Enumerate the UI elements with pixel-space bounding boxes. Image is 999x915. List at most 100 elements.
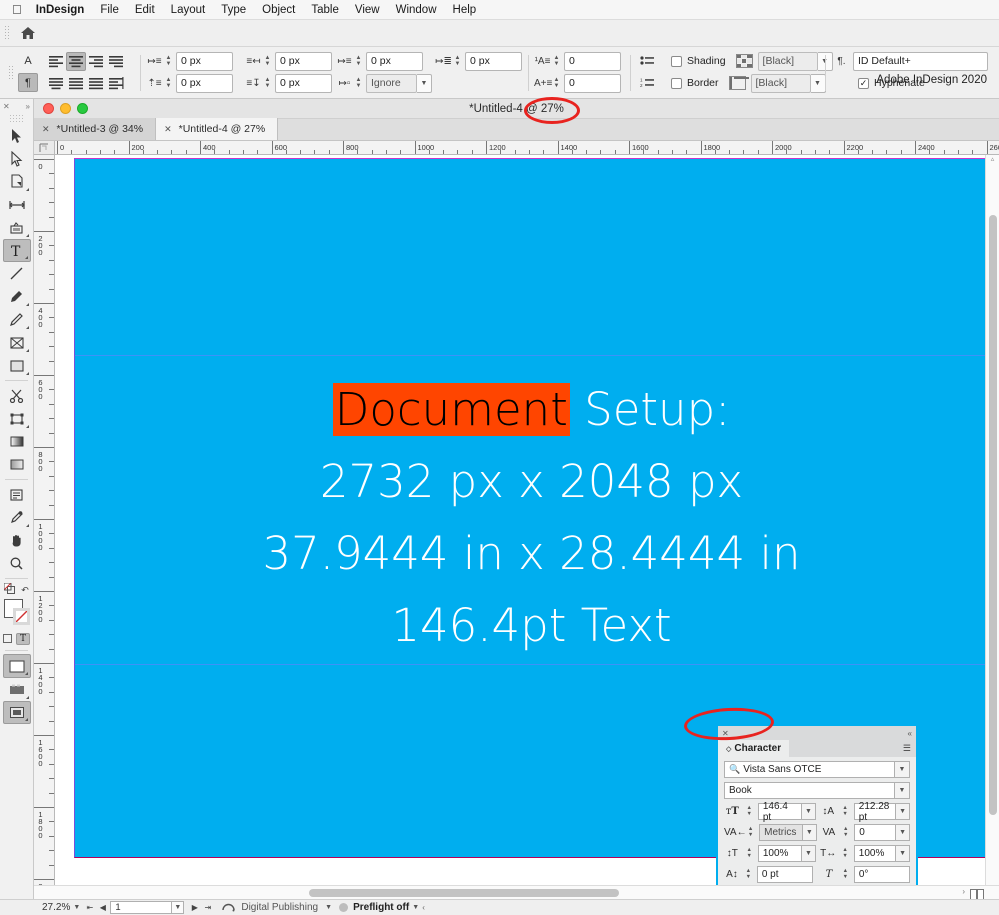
first-page-icon[interactable]: ⇤ <box>83 903 96 912</box>
menu-item-view[interactable]: View <box>355 4 380 16</box>
line-tool[interactable] <box>3 262 31 285</box>
shading-checkbox[interactable] <box>671 55 682 67</box>
stroke-color-swatch[interactable] <box>13 608 30 625</box>
menu-item-layout[interactable]: Layout <box>171 4 206 16</box>
tools-panel-drag-handle[interactable] <box>8 114 25 122</box>
format-text-icon[interactable]: T <box>15 633 30 645</box>
font-style-field[interactable]: Book <box>724 782 895 799</box>
close-icon[interactable]: ✕ <box>164 124 172 135</box>
preflight-dropdown-icon[interactable]: ▼ <box>409 901 422 914</box>
menu-item-object[interactable]: Object <box>262 4 295 16</box>
swap-fill-stroke-icon[interactable]: ↶ <box>21 585 29 596</box>
note-tool[interactable] <box>3 483 31 506</box>
vertical-scrollbar-thumb[interactable] <box>989 215 997 815</box>
drop-cap-chars-stepper[interactable]: ▲ ▼ <box>551 74 562 93</box>
space-after-stepper[interactable]: ▲ ▼ <box>452 52 463 71</box>
last-page-icon[interactable]: ⇥ <box>201 903 214 912</box>
paragraph-style-field[interactable]: ID Default+ <box>853 51 988 71</box>
preflight-status[interactable]: Preflight off <box>353 902 409 913</box>
pen-tool[interactable] <box>3 285 31 308</box>
menu-item-window[interactable]: Window <box>396 4 437 16</box>
last-line-indent-stepper[interactable]: ▲ ▼ <box>262 74 273 93</box>
left-indent-field[interactable]: 0 px <box>176 51 233 71</box>
drop-cap-chars-field[interactable]: 0 <box>564 73 621 93</box>
horizontal-scrollbar-thumb[interactable] <box>309 889 619 897</box>
drop-cap-lines-field[interactable]: 0 <box>564 51 621 71</box>
apple-icon[interactable]:  <box>12 3 22 16</box>
scroll-right-icon[interactable]: › <box>962 887 965 896</box>
font-size-field[interactable]: 146.4 pt <box>757 801 802 823</box>
left-indent-stepper[interactable]: ▲ ▼ <box>163 52 174 71</box>
gap-tool[interactable] <box>3 193 31 216</box>
horizontal-scale-field[interactable]: 100% <box>853 845 897 862</box>
page-text-frame[interactable]: Document Setup: 2732 px x 2048 px 37.944… <box>75 374 985 662</box>
align-grid-stepper[interactable]: ▲ ▼ <box>353 74 364 93</box>
zoom-tool[interactable] <box>3 552 31 575</box>
eyedropper-tool[interactable] <box>3 506 31 529</box>
leading-field[interactable]: 212.28 pt <box>853 801 897 823</box>
tracking-dropdown-icon[interactable]: ▼ <box>896 824 910 841</box>
close-icon[interactable]: ✕ <box>3 102 10 111</box>
menu-app-name[interactable]: InDesign <box>36 4 85 16</box>
direct-selection-tool[interactable] <box>3 147 31 170</box>
kerning-field[interactable]: Metrics <box>759 824 803 841</box>
preview-mode-button[interactable] <box>3 678 31 701</box>
presentation-mode-button[interactable] <box>2 701 31 724</box>
right-indent-stepper[interactable]: ▲ ▼ <box>262 52 273 71</box>
border-grid-icon[interactable] <box>728 76 749 90</box>
ruler-origin-handle[interactable] <box>34 141 55 155</box>
selection-tool[interactable] <box>3 124 31 147</box>
panel-menu-icon[interactable]: ☰ <box>903 743 911 754</box>
justify-last-center-icon[interactable] <box>46 74 66 93</box>
vertical-scale-dropdown-icon[interactable]: ▼ <box>802 845 816 862</box>
tab-character[interactable]: ◇ Character <box>718 740 790 757</box>
leading-dropdown-icon[interactable]: ▼ <box>896 803 910 820</box>
gradient-swatch-tool[interactable] <box>3 430 31 453</box>
horizontal-scale-stepper[interactable]: ▲ ▼ <box>841 847 850 859</box>
border-color-field[interactable]: [Black] <box>750 73 811 93</box>
right-indent-field[interactable]: 0 px <box>275 51 332 71</box>
space-after-field[interactable]: 0 px <box>465 51 522 71</box>
close-icon[interactable]: ✕ <box>722 729 729 738</box>
skew-stepper[interactable]: ▲ ▼ <box>841 868 850 880</box>
kerning-stepper[interactable]: ▲ ▼ <box>746 826 755 838</box>
vertical-ruler[interactable]: 0200400600800100012001400160018002000 <box>34 155 55 915</box>
home-icon[interactable] <box>15 22 41 44</box>
justify-all-icon[interactable] <box>86 74 106 93</box>
justify-last-right-icon[interactable] <box>66 74 86 93</box>
format-container-icon[interactable] <box>2 630 12 648</box>
hyphenate-checkbox[interactable] <box>858 77 869 89</box>
close-icon[interactable]: ✕ <box>42 124 50 135</box>
control-bar-drag-handle[interactable] <box>8 65 13 81</box>
align-right-icon[interactable] <box>86 52 106 71</box>
font-size-dropdown-icon[interactable]: ▼ <box>802 803 816 820</box>
first-line-indent-field[interactable]: 0 px <box>176 73 233 93</box>
vertical-scale-stepper[interactable]: ▲ ▼ <box>745 847 754 859</box>
tracking-field[interactable]: 0 <box>854 824 897 841</box>
default-fill-stroke-icon[interactable] <box>3 581 16 599</box>
baseline-shift-field[interactable]: 0 pt <box>756 866 813 883</box>
kerning-dropdown-icon[interactable]: ▼ <box>802 824 817 841</box>
normal-view-mode-button[interactable] <box>2 654 31 678</box>
pencil-tool[interactable] <box>3 308 31 331</box>
justify-last-left-icon[interactable] <box>106 52 126 71</box>
align-left-icon[interactable] <box>46 52 66 71</box>
expand-left-icon[interactable]: ‹ <box>422 903 425 912</box>
space-before-field[interactable]: 0 px <box>366 51 423 71</box>
leading-stepper[interactable]: ▲ ▼ <box>841 805 850 817</box>
zoom-level-dropdown-icon[interactable]: ▼ <box>70 901 83 914</box>
numbered-list-icon[interactable]: 12 <box>638 74 658 93</box>
shading-grid-icon[interactable] <box>735 54 753 68</box>
skew-field[interactable]: 0° <box>853 866 910 883</box>
horizontal-ruler[interactable]: 0 200 400 600 800 1000 1200 1400 1600 1800 2000 220… <box>34 141 999 155</box>
rectangle-tool[interactable] <box>3 354 31 377</box>
hand-tool[interactable] <box>3 529 31 552</box>
document-tab-untitled-4[interactable]: ✕ *Untitled-4 @ 27% <box>156 118 279 140</box>
border-color-dropdown-icon[interactable]: ▼ <box>810 73 826 93</box>
scroll-up-icon[interactable]: ▵ <box>986 155 999 163</box>
collapse-panel-icon[interactable]: « <box>908 729 912 738</box>
baseline-shift-stepper[interactable]: ▲ ▼ <box>744 868 753 880</box>
gradient-feather-tool[interactable] <box>3 453 31 476</box>
align-center-icon[interactable] <box>66 51 86 71</box>
zoom-level-value[interactable]: 27.2% <box>42 902 70 913</box>
